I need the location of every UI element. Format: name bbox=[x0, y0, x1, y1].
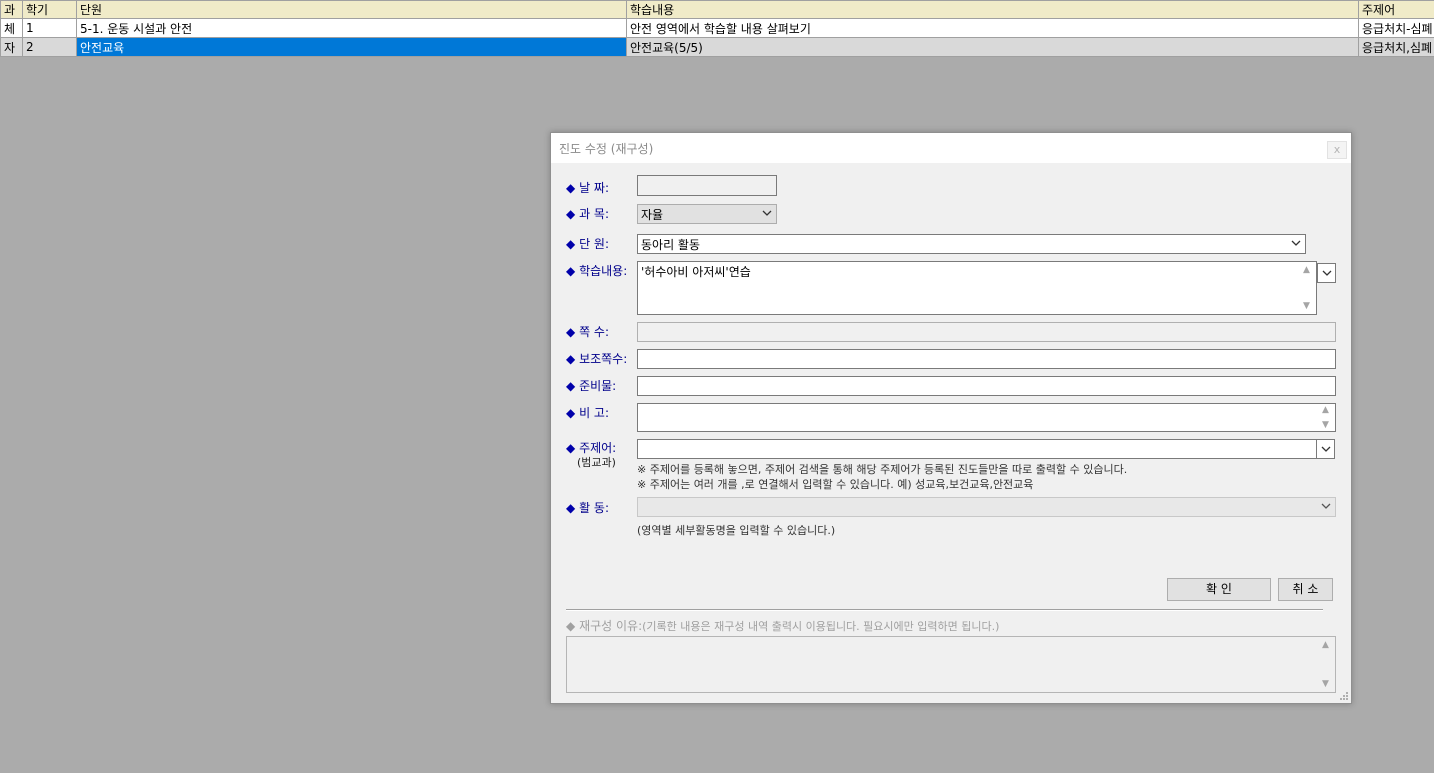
keyword-note-1: ※ 주제어를 등록해 놓으면, 주제어 검색을 통해 해당 주제어가 등록된 진… bbox=[637, 463, 1128, 476]
diamond-bullet-icon: ◆ bbox=[566, 406, 576, 420]
remarks-textarea[interactable]: ▲ ▼ bbox=[637, 403, 1336, 432]
scroll-down-arrow-icon[interactable]: ▼ bbox=[1322, 679, 1329, 689]
keyword-label-text: 주제어: bbox=[579, 441, 617, 455]
page-label: ◆ 쪽 수: bbox=[566, 323, 609, 340]
remarks-label-text: 비 고: bbox=[579, 406, 610, 420]
table-row[interactable]: 체 1 5-1. 운동 시설과 안전 안전 영역에서 학습할 내용 살펴보기 응… bbox=[0, 18, 1434, 38]
page-label-text: 쪽 수: bbox=[579, 325, 610, 339]
unit-label-text: 단 원: bbox=[579, 237, 610, 251]
activity-note: (영역별 세부활동명을 입력할 수 있습니다.) bbox=[637, 524, 836, 537]
diamond-bullet-icon: ◆ bbox=[566, 441, 576, 455]
cancel-button[interactable]: 취 소 bbox=[1278, 578, 1333, 601]
content-label-text: 학습내용: bbox=[579, 264, 628, 278]
progress-edit-dialog: 진도 수정 (재구성) x ◆ 날 짜: ◆ 과 목: 자율 ◆ 단 원: 동아… bbox=[550, 132, 1352, 704]
diamond-bullet-icon: ◆ bbox=[566, 501, 576, 515]
grid-header-semester[interactable]: 학기 bbox=[22, 0, 77, 19]
scroll-down-arrow-icon[interactable]: ▼ bbox=[1303, 301, 1310, 311]
content-textarea[interactable]: '허수아비 아저씨'연습 ▲ ▼ bbox=[637, 261, 1317, 315]
diamond-bullet-icon: ◆ bbox=[566, 379, 576, 393]
table-row-selected[interactable]: 자 2 안전교육 안전교육(5/5) 응급처치,심폐 bbox=[0, 37, 1434, 57]
diamond-bullet-icon: ◆ bbox=[566, 619, 576, 633]
activity-select[interactable] bbox=[637, 497, 1336, 517]
grid-header-content[interactable]: 학습내용 bbox=[626, 0, 1359, 19]
grid-cell-selected[interactable]: 안전교육 bbox=[76, 37, 627, 57]
unit-select[interactable]: 동아리 활동 bbox=[637, 234, 1306, 254]
reason-label: ◆ 재구성 이유:(기록한 내용은 재구성 내역 출력시 이용됩니다. 필요시에… bbox=[566, 617, 999, 634]
grid-cell[interactable]: 5-1. 운동 시설과 안전 bbox=[76, 18, 627, 38]
content-label: ◆ 학습내용: bbox=[566, 262, 627, 279]
sub-page-label-text: 보조쪽수: bbox=[579, 352, 628, 366]
grid-cell[interactable]: 자 bbox=[0, 37, 23, 57]
reason-label-text: 재구성 이유: bbox=[579, 619, 643, 633]
diamond-bullet-icon: ◆ bbox=[566, 207, 576, 221]
subject-label: ◆ 과 목: bbox=[566, 205, 609, 222]
materials-label-text: 준비물: bbox=[579, 379, 617, 393]
diamond-bullet-icon: ◆ bbox=[566, 325, 576, 339]
page-field[interactable] bbox=[637, 322, 1336, 342]
sub-page-field[interactable] bbox=[637, 349, 1336, 369]
ok-button[interactable]: 확 인 bbox=[1167, 578, 1271, 601]
grid-cell[interactable]: 안전 영역에서 학습할 내용 살펴보기 bbox=[626, 18, 1359, 38]
close-icon: x bbox=[1333, 143, 1341, 156]
grid-cell[interactable]: 응급처치,심폐 bbox=[1358, 37, 1434, 57]
grid-header-unit[interactable]: 단원 bbox=[76, 0, 627, 19]
subject-label-text: 과 목: bbox=[579, 207, 610, 221]
grid-header-keyword[interactable]: 주제어 bbox=[1358, 0, 1434, 19]
dialog-titlebar[interactable]: 진도 수정 (재구성) x bbox=[551, 133, 1351, 163]
grid-cell[interactable]: 응급처치-심폐 bbox=[1358, 18, 1434, 38]
scroll-up-arrow-icon[interactable]: ▲ bbox=[1303, 265, 1310, 275]
grid-header-row: 과 학기 단원 학습내용 주제어 bbox=[0, 0, 1434, 19]
remarks-scrollbar[interactable]: ▲ ▼ bbox=[1319, 405, 1334, 430]
content-scrollbar[interactable]: ▲ ▼ bbox=[1300, 263, 1315, 313]
date-field[interactable] bbox=[637, 175, 777, 196]
unit-label: ◆ 단 원: bbox=[566, 235, 609, 252]
divider bbox=[566, 609, 1323, 611]
materials-label: ◆ 준비물: bbox=[566, 377, 616, 394]
chevron-down-icon bbox=[1321, 502, 1331, 510]
keyword-note-2: ※ 주제어는 여러 개를 ,로 연결해서 입력할 수 있습니다. 예) 성교육,… bbox=[637, 478, 1034, 491]
keyword-field[interactable] bbox=[637, 439, 1317, 459]
activity-label-text: 활 동: bbox=[579, 501, 610, 515]
diamond-bullet-icon: ◆ bbox=[566, 181, 576, 195]
grid-header-subject[interactable]: 과 bbox=[0, 0, 23, 19]
diamond-bullet-icon: ◆ bbox=[566, 264, 576, 278]
grid-cell[interactable]: 안전교육(5/5) bbox=[626, 37, 1359, 57]
materials-field[interactable] bbox=[637, 376, 1336, 396]
content-dropdown-button[interactable] bbox=[1317, 263, 1336, 283]
remarks-label: ◆ 비 고: bbox=[566, 404, 609, 421]
diamond-bullet-icon: ◆ bbox=[566, 237, 576, 251]
date-label-text: 날 짜: bbox=[579, 181, 610, 195]
reason-scrollbar[interactable]: ▲ ▼ bbox=[1319, 638, 1334, 691]
diamond-bullet-icon: ◆ bbox=[566, 352, 576, 366]
chevron-down-icon bbox=[762, 209, 772, 217]
reason-hint: (기록한 내용은 재구성 내역 출력시 이용됩니다. 필요시에만 입력하면 됩니… bbox=[642, 620, 1000, 633]
activity-label: ◆ 활 동: bbox=[566, 499, 609, 516]
chevron-down-icon bbox=[1321, 445, 1331, 453]
reason-textarea[interactable]: ▲ ▼ bbox=[566, 636, 1336, 693]
subject-select[interactable]: 자율 bbox=[637, 204, 777, 224]
sub-page-label: ◆ 보조쪽수: bbox=[566, 350, 627, 367]
chevron-down-icon bbox=[1291, 239, 1301, 247]
close-button[interactable]: x bbox=[1327, 141, 1347, 159]
keyword-sub-label: (범교과) bbox=[577, 456, 616, 469]
keyword-dropdown-button[interactable] bbox=[1316, 439, 1335, 459]
unit-value: 동아리 활동 bbox=[641, 238, 701, 252]
scroll-up-arrow-icon[interactable]: ▲ bbox=[1322, 640, 1329, 650]
dialog-title: 진도 수정 (재구성) bbox=[559, 142, 654, 156]
content-value: '허수아비 아저씨'연습 bbox=[641, 265, 751, 279]
scroll-down-arrow-icon[interactable]: ▼ bbox=[1322, 420, 1329, 430]
resize-grip-icon[interactable] bbox=[1339, 691, 1349, 701]
scroll-up-arrow-icon[interactable]: ▲ bbox=[1322, 405, 1329, 415]
grid-cell[interactable]: 체 bbox=[0, 18, 23, 38]
grid-cell[interactable]: 2 bbox=[22, 37, 77, 57]
date-label: ◆ 날 짜: bbox=[566, 179, 609, 196]
grid-cell[interactable]: 1 bbox=[22, 18, 77, 38]
subject-value: 자율 bbox=[641, 208, 664, 222]
lesson-grid: 과 학기 단원 학습내용 주제어 체 1 5-1. 운동 시설과 안전 안전 영… bbox=[0, 0, 1434, 57]
chevron-down-icon bbox=[1322, 269, 1332, 277]
